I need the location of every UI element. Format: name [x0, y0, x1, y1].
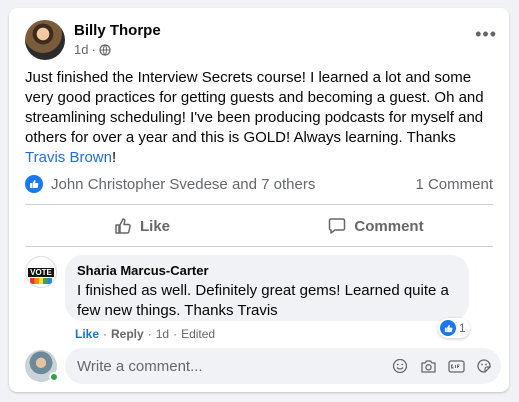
avatar-stripes — [30, 278, 52, 284]
like-icon — [440, 320, 456, 336]
emoji-icon[interactable] — [391, 357, 409, 375]
reaction-summary: John Christopher Svedese and 7 others 1 … — [25, 175, 493, 193]
meta-dot: · — [103, 327, 108, 341]
post-body: Just finished the Interview Secrets cour… — [25, 69, 484, 146]
post-time[interactable]: 1d — [74, 42, 88, 57]
online-indicator — [49, 372, 59, 382]
post-body-end: ! — [111, 149, 117, 166]
comment-label: Comment — [354, 217, 424, 235]
like-icon — [115, 218, 131, 234]
comment-bubble: Sharia Marcus-Carter I finished as well.… — [65, 255, 469, 321]
comment-count[interactable]: 1 Comment — [415, 176, 493, 193]
post-meta: 1d · — [74, 42, 111, 57]
meta-dot: · — [173, 327, 178, 341]
commenter-avatar[interactable]: VOTE — [25, 256, 57, 288]
comment-edited: Edited — [181, 327, 216, 341]
post-card: Billy Thorpe 1d · ••• Just finished the … — [9, 8, 509, 392]
comment-meta: Like · Reply · 1d · Edited — [75, 327, 215, 341]
comment-button[interactable]: Comment — [259, 208, 493, 244]
author-avatar[interactable] — [25, 20, 65, 60]
camera-icon[interactable] — [419, 357, 437, 375]
like-icon — [25, 175, 43, 193]
globe-icon — [99, 43, 111, 56]
reaction-number: 1 — [459, 321, 466, 335]
sticker-icon[interactable] — [475, 357, 493, 375]
reaction-people[interactable]: John Christopher Svedese and 7 others — [51, 176, 315, 193]
post-text: Just finished the Interview Secrets cour… — [25, 68, 495, 168]
post-author[interactable]: Billy Thorpe — [74, 22, 161, 39]
like-label: Like — [139, 217, 170, 235]
comment-icon — [329, 218, 346, 234]
avatar-vote-text: VOTE — [28, 267, 54, 277]
comment-reply-link[interactable]: Reply — [111, 327, 144, 341]
meta-dot: · — [147, 327, 152, 341]
divider — [25, 204, 493, 205]
divider — [25, 246, 493, 247]
comment-composer — [65, 348, 501, 384]
composer-tools — [391, 357, 493, 375]
like-button[interactable]: Like — [25, 208, 259, 244]
comment-reaction-count[interactable]: 1 — [438, 318, 470, 338]
comment-input[interactable] — [77, 357, 391, 375]
meta-separator: · — [91, 42, 96, 57]
comment-time[interactable]: 1d — [156, 327, 169, 341]
comment-author[interactable]: Sharia Marcus-Carter — [77, 263, 457, 279]
comment-like-link[interactable]: Like — [75, 327, 99, 341]
comment-text: I finished as well. Definitely great gem… — [77, 282, 449, 319]
action-bar: Like Comment — [25, 208, 493, 244]
gif-icon[interactable] — [447, 357, 465, 375]
more-icon[interactable]: ••• — [475, 25, 497, 43]
mention-link[interactable]: Travis Brown — [25, 149, 112, 166]
